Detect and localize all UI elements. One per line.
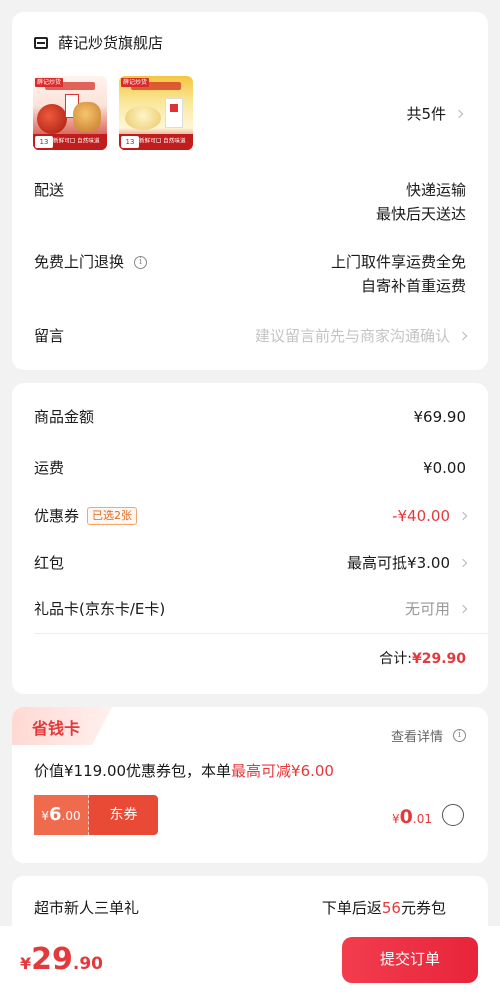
delivery-row: 配送 快递运输 最快后天送达 — [34, 178, 466, 228]
redpacket-row[interactable]: 红包 最高可抵¥3.00 — [34, 551, 468, 575]
total-currency: ¥ — [20, 954, 32, 973]
returns-line1: 上门取件享运费全免 — [330, 253, 466, 271]
coupon-discount-value: -¥40.00 — [392, 507, 450, 525]
message-label: 留言 — [34, 327, 65, 345]
saving-card-tag: 省钱卡 — [12, 707, 112, 745]
chevron-right-icon — [454, 109, 464, 118]
product-price-tag: 13 — [35, 136, 53, 148]
saving-desc-highlight: 最高可减¥6.00 — [231, 762, 334, 780]
product-image-fruit — [73, 102, 101, 132]
goods-amount-value: ¥69.90 — [413, 408, 467, 426]
see-details-link[interactable]: 查看详情 i — [391, 726, 466, 745]
shipping-value: ¥0.00 — [423, 459, 466, 477]
product-corner-tag: 薛记炒货 — [35, 78, 64, 87]
coupon-row[interactable]: 优惠券 已选2张 -¥40.00 — [34, 504, 468, 528]
product-price-tag: 13 — [121, 136, 139, 148]
returns-line2: 自寄补首重运费 — [360, 277, 466, 295]
delivery-value: 快递运输 最快后天送达 — [376, 178, 466, 226]
product-thumbnail[interactable]: 薛记炒货 新鲜可口 自然味道 13 — [119, 76, 193, 150]
chevron-right-icon — [458, 331, 468, 341]
returns-label-wrap: 免费上门退换 i — [34, 250, 148, 274]
subtotal-row: 合计: ¥29.90 — [34, 647, 466, 671]
info-icon: i — [453, 729, 466, 742]
saving-desc-prefix: 价值¥119.00优惠券包，本单 — [34, 762, 232, 780]
item-count-link[interactable]: 共5件 — [406, 103, 464, 124]
total-int: 29 — [31, 942, 73, 977]
price-card: 商品金额 ¥69.90 运费 ¥0.00 优惠券 已选2张 -¥40.00 红包… — [12, 383, 488, 694]
coupon-label-wrap: 优惠券 已选2张 — [34, 504, 138, 528]
submit-order-button[interactable]: 提交订单 — [342, 937, 478, 983]
delivery-method: 快递运输 — [405, 181, 466, 199]
giftcard-label: 礼品卡(京东卡/E卡) — [34, 600, 166, 618]
shop-name: 薛记炒货旗舰店 — [58, 34, 164, 52]
item-count: 共5件 — [406, 105, 446, 123]
coupon-selected-badge: 已选2张 — [87, 507, 138, 525]
returns-row: 免费上门退换 i 上门取件享运费全免 自寄补首重运费 — [34, 250, 466, 300]
bottom-bar: ¥29.90 提交订单 — [0, 926, 500, 998]
giftcard-value: 无可用 — [404, 600, 450, 618]
saving-card-title: 省钱卡 — [32, 719, 81, 738]
coupon-value-wrap[interactable]: -¥40.00 — [392, 504, 468, 528]
info-icon[interactable]: i — [134, 255, 148, 269]
delivery-label: 配送 — [34, 181, 65, 199]
new-user-amount: 56 — [381, 899, 401, 917]
redpacket-value: 最高可抵¥3.00 — [347, 554, 450, 572]
total-price: ¥29.90 — [20, 942, 103, 977]
price-int: 0 — [399, 806, 413, 828]
chevron-right-icon — [458, 511, 468, 521]
saving-card-radio[interactable] — [442, 804, 464, 826]
saving-card-description: 价值¥119.00优惠券包，本单最高可减¥6.00 — [34, 760, 334, 781]
new-user-prefix: 下单后返 — [321, 899, 382, 917]
message-row[interactable]: 留言 建议留言前先与商家沟通确认 — [34, 324, 468, 348]
message-input[interactable]: 建议留言前先与商家沟通确认 — [254, 324, 468, 348]
coupon-ticket-amount: ¥6.00 — [34, 795, 89, 835]
product-band-text: 新鲜可口 自然味道 — [139, 137, 186, 145]
goods-amount-row: 商品金额 ¥69.90 — [34, 405, 466, 429]
coupon-ticket-label: 东券 — [109, 807, 138, 823]
giftcard-value-wrap[interactable]: 无可用 — [404, 597, 468, 621]
delivery-eta: 最快后天送达 — [375, 205, 466, 223]
shop-header[interactable]: 薛记炒货旗舰店 — [34, 32, 163, 53]
redpacket-value-wrap[interactable]: 最高可抵¥3.00 — [347, 551, 468, 575]
giftcard-row[interactable]: 礼品卡(京东卡/E卡) 无可用 — [34, 597, 468, 621]
ticket-currency: ¥ — [41, 809, 49, 823]
subtotal-wrap: 合计: ¥29.90 — [379, 647, 466, 671]
goods-amount-label: 商品金额 — [34, 408, 95, 426]
coupon-label: 优惠券 — [34, 507, 80, 525]
see-details-label: 查看详情 — [390, 730, 443, 745]
coupon-ticket: ¥6.00 东券 — [34, 795, 158, 835]
new-user-suffix: 元券包 — [400, 899, 446, 917]
ticket-amount: 6 — [49, 804, 62, 825]
returns-value: 上门取件享运费全免 自寄补首重运费 — [331, 250, 466, 298]
new-user-label: 超市新人三单礼 — [34, 899, 140, 917]
shipping-label: 运费 — [34, 459, 65, 477]
price-currency: ¥ — [392, 812, 400, 826]
saving-card: 省钱卡 查看详情 i 价值¥119.00优惠券包，本单最高可减¥6.00 ¥6.… — [12, 707, 488, 863]
ticket-decimal: .00 — [61, 809, 81, 823]
subtotal-label: 合计: — [379, 651, 412, 667]
returns-label: 免费上门退换 — [34, 253, 125, 271]
saving-card-price: ¥0.01 — [392, 806, 432, 828]
divider — [34, 633, 488, 634]
shop-card: 薛记炒货旗舰店 薛记炒货 新鲜可口 自然味道 13 薛记炒货 新鲜可口 自然味道… — [12, 12, 488, 370]
product-image-chips — [125, 106, 161, 130]
message-placeholder: 建议留言前先与商家沟通确认 — [254, 327, 450, 345]
shipping-row: 运费 ¥0.00 — [34, 456, 466, 480]
product-image-bag — [165, 98, 183, 128]
product-band-text: 新鲜可口 自然味道 — [53, 137, 100, 145]
product-thumbnail[interactable]: 薛记炒货 新鲜可口 自然味道 13 — [33, 76, 107, 150]
chevron-right-icon — [458, 604, 468, 614]
product-image-fruit — [37, 104, 67, 134]
product-corner-tag: 薛记炒货 — [121, 78, 150, 87]
price-decimal: .01 — [412, 812, 432, 826]
new-user-value: 下单后返56元券包 — [322, 897, 446, 918]
total-decimal: .90 — [72, 954, 104, 974]
shop-icon — [34, 36, 48, 49]
redpacket-label: 红包 — [34, 554, 65, 572]
chevron-right-icon — [458, 558, 468, 568]
subtotal-value: ¥29.90 — [411, 651, 466, 667]
